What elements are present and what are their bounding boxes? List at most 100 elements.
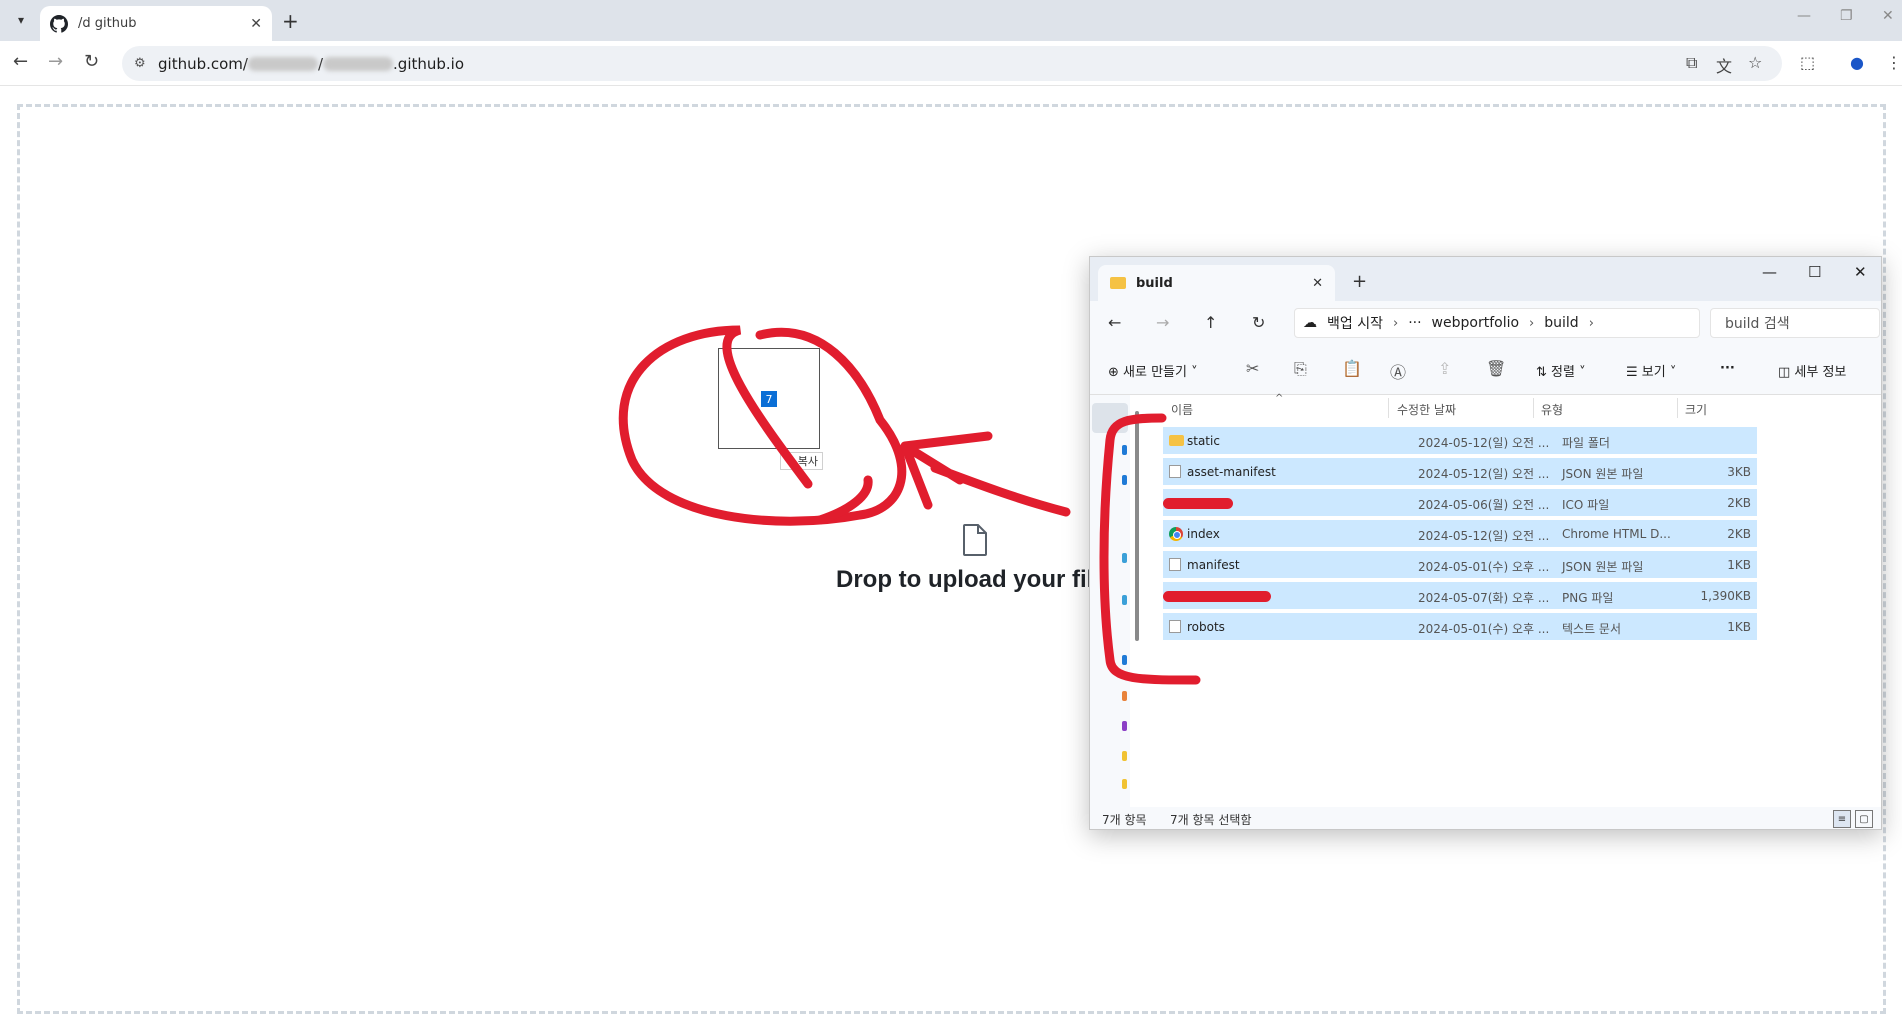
cut-icon[interactable]: ✂	[1246, 359, 1259, 378]
large-icons-view-icon[interactable]: ▢	[1855, 810, 1873, 828]
cloud-backup-icon: ☁	[1303, 315, 1317, 331]
menu-kebab-icon[interactable]: ⋮	[1886, 53, 1902, 72]
explorer-tab-close-icon[interactable]: ✕	[1312, 276, 1323, 291]
minimize-icon[interactable]: —	[1797, 8, 1811, 24]
drag-count-badge: 7	[761, 391, 777, 407]
drop-upload-text: Drop to upload your fil	[836, 566, 1094, 593]
close-window-icon[interactable]: ✕	[1882, 8, 1894, 24]
file-name: index	[1187, 527, 1220, 541]
nav-pane-selected-item[interactable]	[1092, 403, 1128, 433]
path-ellipsis[interactable]: ···	[1408, 315, 1421, 331]
browser-toolbar: ← → ↻ github.com/ / .github.io ⚙ ⧉ 文 ☆ ⬚…	[0, 41, 1902, 86]
sort-button[interactable]: ⇅ 정렬 ˅	[1536, 361, 1586, 380]
reload-icon[interactable]: ↻	[84, 51, 99, 72]
chrome-icon	[1169, 527, 1183, 541]
explorer-tab-title: build	[1136, 275, 1173, 291]
column-divider[interactable]	[1533, 398, 1534, 418]
nav-pane-item-icon[interactable]	[1122, 721, 1127, 731]
file-row[interactable]: 2024-05-07(화) 오후 ... PNG 파일 1,390KB	[1163, 582, 1757, 609]
bookmark-star-icon[interactable]: ☆	[1748, 53, 1762, 72]
nav-pane-item-icon[interactable]	[1122, 595, 1127, 605]
document-icon	[963, 524, 987, 556]
column-date[interactable]: 수정한 날짜	[1397, 401, 1456, 418]
file-row[interactable]: index 2024-05-12(일) 오전 ... Chrome HTML D..…	[1163, 520, 1757, 547]
nav-pane-item-icon[interactable]	[1122, 475, 1127, 485]
explorer-search-input[interactable]: build 검색	[1710, 308, 1880, 338]
file-size: 1KB	[1727, 620, 1751, 634]
column-divider[interactable]	[1677, 398, 1678, 418]
open-in-app-icon[interactable]: ⧉	[1686, 53, 1697, 73]
view-label: 보기	[1641, 365, 1666, 380]
nav-pane-item-icon[interactable]	[1122, 779, 1127, 789]
explorer-maximize-icon[interactable]: ☐	[1808, 263, 1821, 281]
new-item-button[interactable]: ⊕ 새로 만들기 ˅	[1108, 361, 1198, 380]
profile-avatar-icon[interactable]: ●	[1850, 53, 1864, 72]
delete-icon[interactable]: 🗑	[1486, 359, 1506, 378]
file-date: 2024-05-12(일) 오전 ...	[1418, 467, 1550, 481]
details-view-icon[interactable]: ≡	[1833, 810, 1851, 828]
file-icon	[1169, 465, 1181, 478]
column-divider[interactable]	[1388, 398, 1389, 418]
explorer-back-icon[interactable]: ←	[1108, 313, 1121, 332]
nav-pane-item-icon[interactable]	[1122, 655, 1127, 665]
explorer-forward-icon[interactable]: →	[1156, 313, 1169, 332]
details-pane-button[interactable]: ◫ 세부 정보	[1778, 361, 1846, 380]
address-bar[interactable]: github.com/ / .github.io	[122, 46, 1782, 81]
new-tab-button[interactable]: +	[282, 9, 299, 33]
redacted-url-segment	[323, 56, 394, 71]
explorer-command-bar: ⊕ 새로 만들기 ˅ ✂ ⎘ 📋 Ⓐ ⇪ 🗑 ⇅ 정렬 ˅ ☰ 보기 ˅ ···…	[1090, 345, 1881, 395]
file-row[interactable]: asset-manifest 2024-05-12(일) 오전 ... JSON 원…	[1163, 458, 1757, 485]
paste-icon[interactable]: 📋	[1342, 359, 1362, 378]
explorer-up-icon[interactable]: ↑	[1204, 313, 1217, 332]
new-item-label: 새로 만들기	[1123, 365, 1187, 380]
file-name: static	[1187, 434, 1220, 448]
github-icon	[50, 14, 68, 33]
file-date: 2024-05-06(월) 오전 ...	[1418, 498, 1550, 512]
file-date: 2024-05-01(수) 오후 ...	[1418, 560, 1550, 574]
tab-list-button[interactable]: ▾	[10, 9, 32, 31]
nav-pane-item-icon[interactable]	[1122, 445, 1127, 455]
explorer-close-icon[interactable]: ✕	[1854, 263, 1867, 281]
file-type: JSON 원본 파일	[1562, 467, 1644, 481]
explorer-new-tab-button[interactable]: +	[1352, 271, 1367, 292]
explorer-address-bar[interactable]: ☁ 백업 시작 › ··· webportfolio › build ›	[1294, 308, 1700, 338]
explorer-minimize-icon[interactable]: —	[1762, 263, 1777, 281]
file-name: asset-manifest	[1187, 465, 1276, 479]
file-row[interactable]: manifest 2024-05-01(수) 오후 ... JSON 원본 파일 1K…	[1163, 551, 1757, 578]
file-row[interactable]: 2024-05-06(월) 오전 ... ICO 파일 2KB	[1163, 489, 1757, 516]
tab-close-icon[interactable]: ✕	[250, 16, 262, 32]
column-size[interactable]: 크기	[1685, 401, 1707, 418]
sort-ascending-icon: ^	[1275, 393, 1284, 404]
explorer-tab[interactable]: build ✕	[1098, 265, 1335, 301]
back-icon[interactable]: ←	[13, 51, 28, 72]
nav-pane-item-icon[interactable]	[1122, 553, 1127, 563]
file-row[interactable]: static 2024-05-12(일) 오전 ... 파일 폴더	[1163, 427, 1757, 454]
path-segment[interactable]: build	[1544, 315, 1578, 331]
file-row[interactable]: robots 2024-05-01(수) 오후 ... 텍스트 문서 1KB	[1163, 613, 1757, 640]
file-icon	[1169, 558, 1181, 571]
nav-pane-scrollbar[interactable]	[1135, 411, 1139, 641]
column-type[interactable]: 유형	[1541, 401, 1563, 418]
nav-pane-item-icon[interactable]	[1122, 751, 1127, 761]
selected-count: 7개 항목 선택함	[1170, 813, 1252, 827]
share-icon[interactable]: ⇪	[1438, 359, 1451, 378]
explorer-refresh-icon[interactable]: ↻	[1252, 313, 1265, 332]
copy-icon[interactable]: ⎘	[1294, 359, 1307, 379]
file-type: PNG 파일	[1562, 591, 1614, 605]
translate-icon[interactable]: 文	[1716, 53, 1732, 77]
path-root[interactable]: 백업 시작	[1327, 313, 1383, 333]
column-name[interactable]: 이름	[1171, 401, 1193, 418]
more-options-button[interactable]: ···	[1720, 361, 1735, 376]
browser-tab[interactable]: /d github ✕	[40, 6, 272, 41]
restore-icon[interactable]: ❐	[1840, 8, 1853, 24]
path-segment[interactable]: webportfolio	[1432, 315, 1520, 331]
redaction-mark	[1163, 498, 1233, 509]
nav-pane-item-icon[interactable]	[1122, 691, 1127, 701]
rename-icon[interactable]: Ⓐ	[1390, 359, 1406, 383]
file-size: 3KB	[1727, 465, 1751, 479]
site-info-icon[interactable]: ⚙	[134, 56, 146, 71]
forward-icon[interactable]: →	[48, 51, 63, 72]
extensions-icon[interactable]: ⬚	[1800, 53, 1815, 72]
view-button[interactable]: ☰ 보기 ˅	[1626, 361, 1676, 380]
file-explorer-window: build ✕ + — ☐ ✕ ← → ↑ ↻ ☁ 백업 시작 › ··· we…	[1089, 256, 1882, 830]
